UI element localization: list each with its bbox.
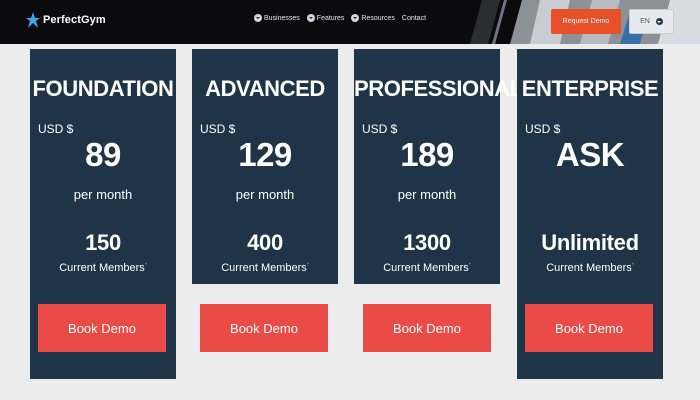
plan-members: 1300: [403, 230, 451, 255]
plan-members: Unlimited: [541, 230, 639, 255]
plan-card-professional: PROFESSIONAL USD $ 189 per month 1300 Cu…: [354, 49, 523, 284]
plan-currency: USD $: [525, 122, 561, 136]
chevron-down-icon: [306, 14, 315, 22]
plan-period: per month: [235, 187, 295, 202]
plan-members-label: Current Members*: [30, 262, 176, 274]
plan-price: 189: [400, 136, 454, 173]
members-label-text: Current Members: [383, 262, 469, 274]
plan-members: 150: [85, 230, 121, 255]
top-header: PerfectGym Businesses Features Resources…: [0, 0, 700, 44]
language-selector[interactable]: EN: [629, 9, 674, 34]
plan-currency: USD $: [200, 122, 236, 136]
members-label-text: Current Members: [59, 262, 145, 274]
chevron-down-icon: [655, 18, 663, 25]
main-nav: Businesses Features Resources Contact: [254, 14, 426, 22]
members-footnote-mark: *: [631, 262, 634, 269]
book-demo-button-advanced[interactable]: Book Demo: [200, 304, 328, 352]
members-label-text: Current Members: [546, 262, 632, 274]
plan-card-advanced: ADVANCED USD $ 129 per month 400 Current…: [192, 49, 338, 284]
book-demo-button-enterprise[interactable]: Book Demo: [525, 304, 653, 352]
nav-label: Contact: [401, 14, 427, 22]
request-demo-button[interactable]: Request Demo: [551, 9, 621, 34]
plan-currency: USD $: [38, 122, 74, 136]
chevron-down-icon: [351, 14, 360, 22]
book-demo-button-professional[interactable]: Book Demo: [363, 304, 491, 352]
nav-item-contact[interactable]: Contact: [402, 15, 426, 22]
language-label: EN: [640, 18, 650, 25]
chevron-down-icon: [254, 14, 262, 22]
plan-name: PROFESSIONAL: [354, 76, 523, 101]
nav-item-businesses[interactable]: Businesses: [254, 14, 300, 22]
plan-period: per month: [73, 187, 133, 202]
plan-currency: USD $: [362, 122, 398, 136]
logo-star-icon: [26, 12, 40, 28]
nav-label: Businesses: [264, 14, 300, 22]
plan-price: 89: [85, 136, 121, 173]
plan-name: ADVANCED: [205, 76, 325, 101]
plan-period: per month: [397, 187, 457, 202]
plan-members-label: Current Members*: [354, 262, 500, 274]
plan-price: 129: [238, 136, 292, 173]
logo-text: PerfectGym: [43, 14, 106, 26]
nav-label: Features: [316, 14, 345, 22]
plan-members-label: Current Members*: [517, 262, 663, 274]
plan-name: ENTERPRISE: [521, 76, 659, 101]
plan-price: ASK: [555, 136, 625, 173]
nav-item-resources[interactable]: Resources: [351, 14, 395, 22]
plan-members: 400: [247, 230, 283, 255]
nav-label: Resources: [361, 14, 395, 22]
members-label-text: Current Members: [221, 262, 307, 274]
plan-members-label: Current Members*: [192, 262, 338, 274]
nav-item-features[interactable]: Features: [306, 14, 345, 22]
members-footnote-mark: *: [144, 262, 147, 269]
perfectgym-logo[interactable]: PerfectGym: [26, 10, 106, 30]
members-footnote-mark: *: [468, 262, 471, 269]
members-footnote-mark: *: [306, 262, 309, 269]
plan-name: FOUNDATION: [32, 76, 174, 101]
book-demo-button-foundation[interactable]: Book Demo: [38, 304, 166, 352]
